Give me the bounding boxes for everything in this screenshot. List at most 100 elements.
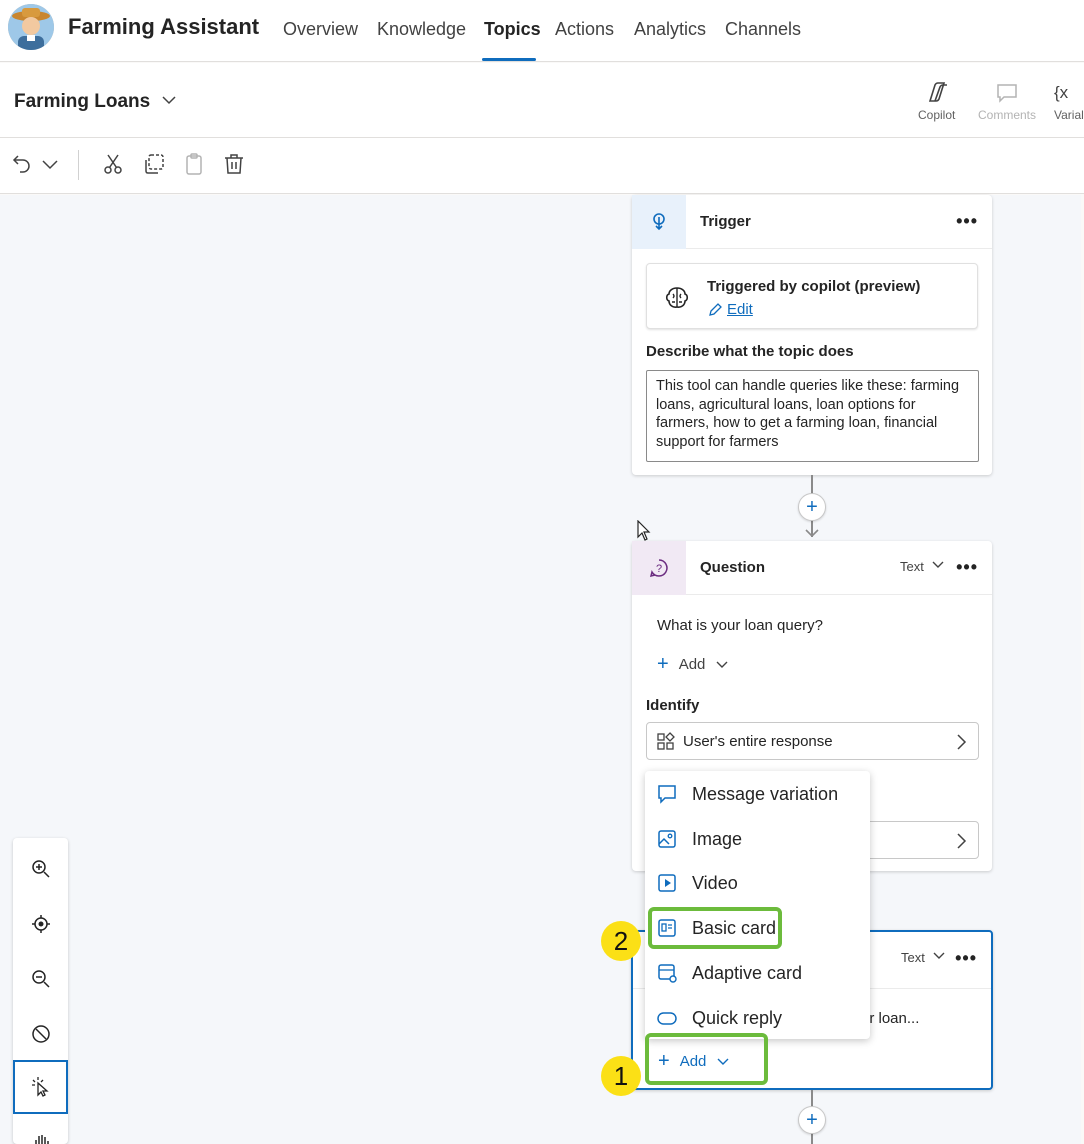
zoom-out-button[interactable]	[13, 952, 68, 1006]
pointer-icon	[31, 1077, 49, 1097]
tab-knowledge[interactable]: Knowledge	[377, 19, 466, 40]
more-options-icon[interactable]: •••	[956, 211, 978, 232]
canvas-zoom-toolbar	[13, 838, 68, 1144]
menu-item-adaptive-card[interactable]: Adaptive card	[645, 952, 870, 994]
tab-topics[interactable]: Topics	[484, 19, 541, 40]
add-node-button[interactable]: +	[798, 1106, 826, 1134]
trigger-title: Trigger	[700, 213, 751, 230]
svg-text:?: ?	[656, 563, 662, 575]
add-node-button[interactable]: +	[798, 493, 826, 521]
identify-select[interactable]: User's entire response	[646, 722, 979, 760]
edit-label: Edit	[727, 301, 753, 318]
add-message-button[interactable]: + Add	[657, 653, 729, 676]
copilot-button[interactable]: Copilot	[918, 81, 955, 122]
tab-overview[interactable]: Overview	[283, 19, 358, 40]
video-icon	[658, 874, 676, 892]
chevron-right-icon	[954, 733, 968, 756]
response-type-label: Text	[900, 559, 924, 574]
delete-icon[interactable]	[222, 152, 246, 181]
trigger-node-header: Trigger •••	[632, 195, 992, 249]
highlight-add-button	[645, 1033, 768, 1085]
plus-icon: +	[657, 653, 669, 675]
response-type-select[interactable]: Text	[900, 559, 945, 574]
copilot-icon	[928, 82, 947, 102]
comments-button[interactable]: Comments	[978, 81, 1036, 122]
quick-reply-icon	[657, 1012, 677, 1025]
select-mode-button[interactable]	[13, 1060, 68, 1114]
chevron-right-icon	[954, 832, 968, 855]
topic-title[interactable]: Farming Loans	[14, 91, 150, 113]
trigger-card-title: Triggered by copilot (preview)	[707, 278, 921, 295]
question-node-header: ? Question Text •••	[632, 541, 992, 595]
zoom-out-icon	[31, 970, 50, 988]
menu-item-message-variation[interactable]: Message variation	[645, 773, 870, 815]
identify-label: Identify	[646, 697, 700, 714]
zoom-in-icon	[31, 860, 50, 878]
copilot-label: Copilot	[918, 108, 956, 122]
minimap-toggle-button[interactable]	[13, 1007, 68, 1061]
chevron-down-icon	[932, 561, 944, 568]
agent-avatar	[8, 4, 54, 50]
response-type-select[interactable]: Text	[901, 950, 946, 965]
menu-item-video[interactable]: Video	[645, 862, 870, 904]
step-badge-2: 2	[601, 921, 641, 961]
edit-toolbar	[0, 138, 1084, 194]
tab-channels[interactable]: Channels	[725, 19, 801, 40]
topic-header: Farming Loans Copilot Comments {x Varial	[0, 63, 1084, 138]
trigger-node[interactable]: Trigger ••• Triggered by copilot (previe…	[632, 195, 992, 475]
active-tab-indicator	[482, 58, 536, 61]
chevron-down-icon	[933, 952, 945, 959]
question-title: Question	[700, 559, 766, 576]
tab-actions[interactable]: Actions	[555, 19, 614, 40]
hand-icon	[34, 1135, 49, 1144]
tab-analytics[interactable]: Analytics	[634, 19, 706, 40]
copy-icon[interactable]	[142, 152, 166, 181]
image-icon	[658, 830, 676, 848]
chevron-down-icon[interactable]	[40, 154, 60, 179]
menu-item-label: Video	[692, 872, 738, 893]
target-icon	[31, 915, 50, 933]
comments-label: Comments	[978, 108, 1037, 122]
menu-item-image[interactable]: Image	[645, 818, 870, 860]
message-icon	[658, 785, 676, 804]
add-content-menu: Message variation Image Video Basic card…	[645, 771, 870, 1039]
more-options-icon[interactable]: •••	[955, 948, 977, 969]
cut-icon[interactable]	[101, 152, 125, 181]
brain-icon	[663, 284, 691, 317]
trigger-card[interactable]: Triggered by copilot (preview) Edit	[646, 263, 978, 329]
menu-item-label: Adaptive card	[692, 962, 803, 983]
toolbar-divider	[78, 150, 79, 180]
question-prompt[interactable]: What is your loan query?	[657, 617, 823, 634]
paste-icon	[182, 152, 206, 181]
trigger-icon	[632, 195, 686, 249]
variables-label: Varial	[1054, 108, 1084, 122]
highlight-basic-card	[648, 907, 782, 949]
question-icon: ?	[632, 541, 686, 595]
menu-item-label: Message variation	[692, 783, 839, 804]
comment-icon	[997, 84, 1017, 103]
response-type-label: Text	[901, 950, 925, 965]
undo-icon[interactable]	[10, 152, 34, 181]
identify-value: User's entire response	[683, 733, 833, 750]
app-title: Farming Assistant	[68, 14, 260, 39]
chevron-down-icon[interactable]	[160, 91, 178, 114]
top-nav-bar: Farming Assistant Overview Knowledge Top…	[0, 0, 1084, 62]
variables-icon: {x	[1054, 83, 1069, 102]
topic-description-input[interactable]: This tool can handle queries like these:…	[646, 370, 979, 462]
minimap-icon	[31, 1025, 50, 1043]
chevron-down-icon	[716, 661, 728, 668]
adaptive-card-icon	[658, 964, 677, 983]
entity-icon	[656, 732, 676, 757]
step-badge-1: 1	[601, 1056, 641, 1096]
variables-button[interactable]: {x Varial	[1054, 81, 1084, 122]
zoom-in-button[interactable]	[13, 842, 68, 896]
more-options-icon[interactable]: •••	[956, 557, 978, 578]
menu-item-label: Image	[692, 828, 743, 849]
describe-label: Describe what the topic does	[646, 343, 854, 360]
edit-trigger-link[interactable]: Edit	[707, 301, 753, 318]
menu-item-label: Quick reply	[692, 1007, 783, 1028]
pencil-icon	[709, 302, 722, 316]
recenter-button[interactable]	[13, 897, 68, 951]
pan-mode-button[interactable]	[13, 1115, 68, 1144]
add-label: Add	[678, 656, 706, 673]
